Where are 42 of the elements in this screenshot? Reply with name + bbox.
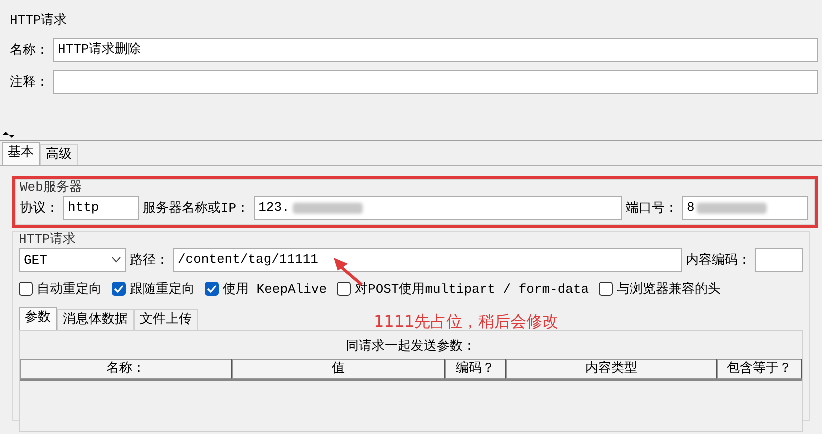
- server-field[interactable]: 123.: [254, 196, 622, 220]
- checkbox[interactable]: [19, 282, 33, 296]
- checkbox-label: 自动重定向: [37, 281, 102, 298]
- field-label: 服务器名称或IP：: [143, 200, 250, 217]
- field-label: 名称：: [10, 42, 49, 59]
- field-label: 协议：: [20, 200, 59, 217]
- field-label: 内容编码：: [686, 252, 751, 269]
- tab[interactable]: 高级: [40, 144, 78, 165]
- checkbox-label: 跟随重定向: [130, 281, 195, 298]
- checkbox-label: 与浏览器兼容的头: [617, 281, 722, 298]
- encoding-field[interactable]: [755, 248, 803, 272]
- tab[interactable]: 消息体数据: [57, 309, 134, 330]
- annotation-text: 1111先占位，稍后会修改: [374, 312, 559, 333]
- tab[interactable]: 参数: [19, 307, 57, 330]
- checkbox[interactable]: [599, 282, 614, 296]
- panel-title: HTTP请求: [10, 12, 68, 30]
- protocol-field[interactable]: http: [63, 196, 139, 220]
- field-label: 端口号：: [626, 200, 678, 217]
- checkbox[interactable]: [112, 282, 126, 296]
- column-header[interactable]: 包含等于？: [717, 359, 802, 379]
- column-header[interactable]: 内容类型: [506, 359, 717, 379]
- checkbox[interactable]: [205, 282, 219, 296]
- column-header[interactable]: 编码？: [445, 359, 506, 379]
- method-dropdown[interactable]: GET: [19, 248, 126, 272]
- checkbox-label: 使用 KeepAlive: [223, 281, 328, 298]
- splitter-arrows-icon[interactable]: [3, 131, 15, 139]
- group-title: HTTP请求: [19, 232, 78, 248]
- name-field[interactable]: HTTP请求删除: [53, 38, 818, 62]
- chevron-icon: [112, 257, 121, 263]
- field-label: 路径：: [130, 252, 169, 269]
- tab[interactable]: 基本: [2, 142, 40, 165]
- column-header[interactable]: 值: [232, 359, 445, 379]
- port-field[interactable]: 8: [682, 196, 808, 220]
- field-label: 注释：: [10, 74, 49, 91]
- path-field[interactable]: /content/tag/11111: [173, 248, 682, 272]
- checkbox[interactable]: [337, 282, 352, 296]
- tab[interactable]: 文件上传: [134, 309, 198, 330]
- table-caption: 同请求一起发送参数：: [346, 339, 476, 354]
- checkbox-label: 对POST使用multipart / form-data: [355, 281, 590, 298]
- column-header[interactable]: 名称：: [20, 359, 232, 379]
- comment-field[interactable]: [53, 70, 818, 94]
- group-title: Web服务器: [20, 180, 84, 196]
